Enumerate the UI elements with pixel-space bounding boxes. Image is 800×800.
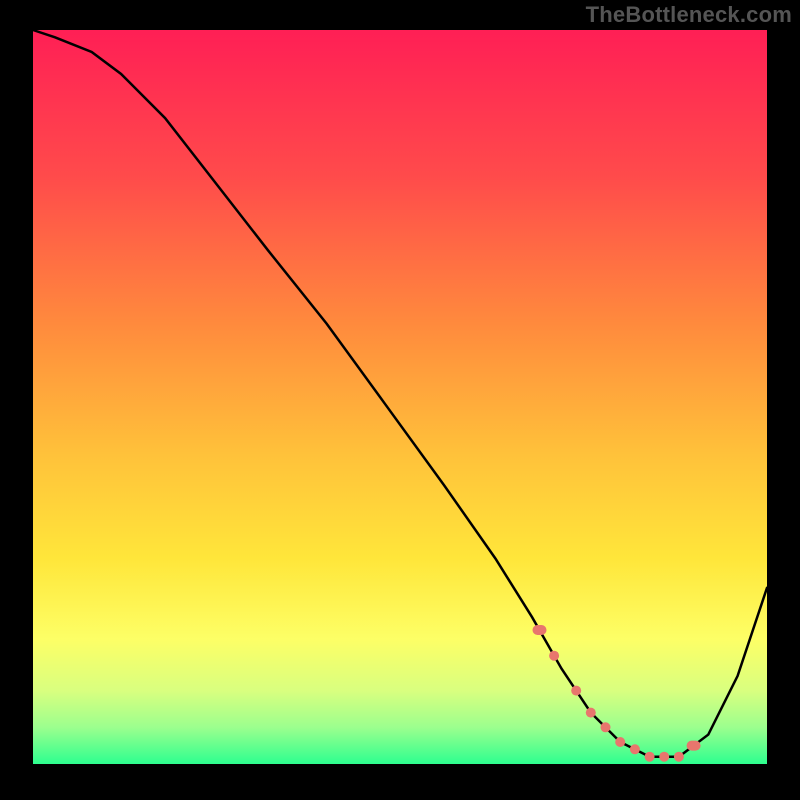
optimal-marker (659, 752, 669, 762)
optimal-marker (674, 752, 684, 762)
optimal-marker (571, 686, 581, 696)
optimal-marker (645, 752, 655, 762)
watermark-text: TheBottleneck.com (586, 2, 792, 28)
optimal-marker (586, 708, 596, 718)
viewport: TheBottleneck.com (0, 0, 800, 800)
bottleneck-chart (0, 0, 800, 800)
optimal-marker (615, 737, 625, 747)
optimal-marker (533, 625, 547, 635)
plot-background (33, 30, 767, 764)
optimal-marker (549, 651, 559, 661)
optimal-marker (687, 741, 701, 751)
optimal-marker (630, 744, 640, 754)
optimal-marker (601, 722, 611, 732)
